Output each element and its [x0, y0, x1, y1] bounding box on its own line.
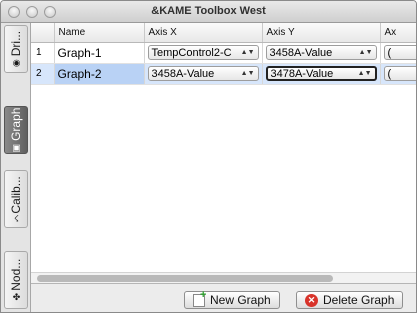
column-header-axis-z[interactable]: Ax [380, 23, 416, 43]
axis-y-value: 3478A-Value [270, 67, 334, 80]
axis-y-select[interactable]: 3458A-Value ▲▼ [265, 45, 377, 61]
delete-icon: ✕ [305, 293, 318, 307]
axis-x-value: TempControl2-C [151, 46, 232, 59]
axis-x-select[interactable]: TempControl2-C ▲▼ [147, 45, 259, 61]
column-header-axis-x[interactable]: Axis X [144, 23, 263, 43]
calibration-icon: ☇ [13, 213, 19, 224]
tab-graph[interactable]: ▣ Graph [4, 106, 28, 154]
tab-calibration-label: Calib... [9, 176, 23, 214]
tab-nodes[interactable]: ✤ Nod... [4, 251, 28, 309]
title-bar[interactable]: &KAME Toolbox West [1, 1, 416, 23]
new-graph-label: New Graph [210, 293, 271, 307]
column-header-axis-y[interactable]: Axis Y [262, 23, 381, 43]
row-number: 2 [31, 63, 55, 85]
tab-drivers[interactable]: ◉ Dri... [4, 25, 28, 73]
updown-arrows-icon: ▲▼ [240, 70, 255, 78]
toolbox-window: &KAME Toolbox West ◉ Dri... ▣ Graph ☇ Ca… [0, 0, 417, 313]
table-row[interactable]: 1 Graph-1 TempControl2-C ▲▼ 3458A-Value ▲▼… [31, 42, 416, 64]
scrollbar-thumb[interactable] [37, 275, 333, 282]
column-header-index[interactable] [31, 23, 55, 43]
new-document-icon: + [193, 289, 206, 307]
graph-name-cell[interactable]: Graph-1 [54, 42, 145, 64]
graph-table: Name Axis X Axis Y Ax 1 Graph-1 TempCont… [31, 23, 416, 284]
tab-graph-label: Graph [9, 107, 23, 141]
tab-nodes-label: Nod... [9, 258, 23, 291]
updown-arrows-icon: ▲▼ [240, 49, 255, 57]
axis-z-select[interactable]: ( [383, 45, 416, 61]
horizontal-scrollbar[interactable] [31, 272, 416, 283]
tab-calibration[interactable]: ☇ Calib... [4, 170, 28, 228]
axis-z-value: ( [387, 46, 392, 59]
graph-icon: ▣ [11, 142, 21, 153]
axis-z-value: ( [387, 67, 392, 80]
axis-x-select[interactable]: 3458A-Value ▲▼ [147, 66, 259, 82]
new-graph-button[interactable]: + New Graph [184, 289, 280, 309]
delete-graph-label: Delete Graph [323, 293, 395, 307]
driver-icon: ◉ [12, 57, 20, 68]
tab-drivers-label: Dri... [9, 30, 23, 57]
axis-x-value: 3458A-Value [151, 67, 215, 80]
nodes-icon: ✤ [12, 292, 20, 303]
updown-arrows-icon: ▲▼ [358, 49, 373, 57]
vertical-tab-bar: ◉ Dri... ▣ Graph ☇ Calib... ✤ Nod... [1, 23, 31, 312]
window-title: &KAME Toolbox West [151, 5, 266, 17]
table-row[interactable]: 2 Graph-2 3458A-Value ▲▼ 3478A-Value ▲▼ ( [31, 63, 416, 85]
updown-arrows-icon: ▲▼ [357, 70, 372, 78]
axis-y-select[interactable]: 3478A-Value ▲▼ [265, 66, 377, 82]
axis-y-value: 3458A-Value [269, 46, 333, 59]
row-number: 1 [31, 42, 55, 64]
axis-z-select[interactable]: ( [383, 66, 416, 82]
delete-graph-button[interactable]: ✕ Delete Graph [296, 291, 404, 309]
graph-name-cell[interactable]: Graph-2 [54, 63, 145, 85]
column-header-name[interactable]: Name [54, 23, 145, 43]
